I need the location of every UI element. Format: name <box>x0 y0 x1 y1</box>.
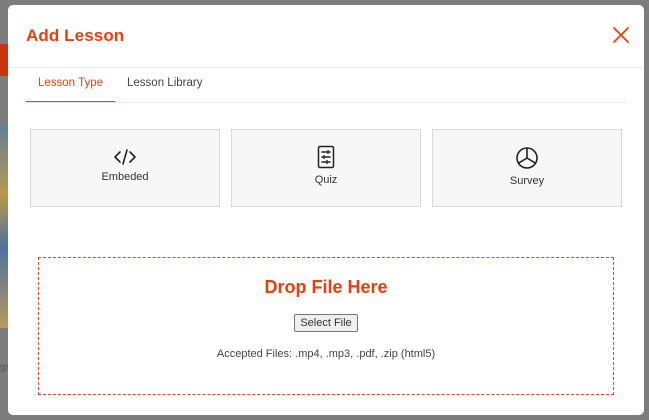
dropzone-title: Drop File Here <box>264 277 388 297</box>
lesson-type-label: Quiz <box>314 174 338 186</box>
tab-lesson-type[interactable]: Lesson Type <box>26 67 116 102</box>
pie-chart-icon <box>516 147 538 169</box>
select-file-button[interactable]: Select File <box>294 314 358 332</box>
background-accent-bar <box>0 44 8 76</box>
quiz-icon <box>317 145 335 169</box>
close-icon <box>613 27 629 43</box>
close-button[interactable] <box>611 25 631 45</box>
code-icon <box>114 149 136 165</box>
modal-title: Add Lesson <box>26 26 125 45</box>
modal-header: Add Lesson <box>8 5 644 68</box>
lesson-type-label: Embeded <box>101 171 149 183</box>
lesson-type-survey[interactable]: Survey <box>432 129 622 207</box>
file-dropzone[interactable]: Drop File Here Select File Accepted File… <box>38 257 614 395</box>
add-lesson-modal: Add Lesson Lesson Type Lesson Library Em… <box>8 5 644 415</box>
lesson-type-label: Survey <box>509 175 545 187</box>
lesson-tabs: Lesson Type Lesson Library <box>26 67 626 103</box>
accepted-files-text: Accepted Files: .mp4, .mp3, .pdf, .zip (… <box>216 348 436 360</box>
lesson-type-quiz[interactable]: Quiz <box>231 129 421 207</box>
lesson-type-embeded[interactable]: Embeded <box>30 129 220 207</box>
tab-lesson-library[interactable]: Lesson Library <box>115 67 214 101</box>
lesson-type-options: Embeded Quiz Survey <box>30 129 622 209</box>
